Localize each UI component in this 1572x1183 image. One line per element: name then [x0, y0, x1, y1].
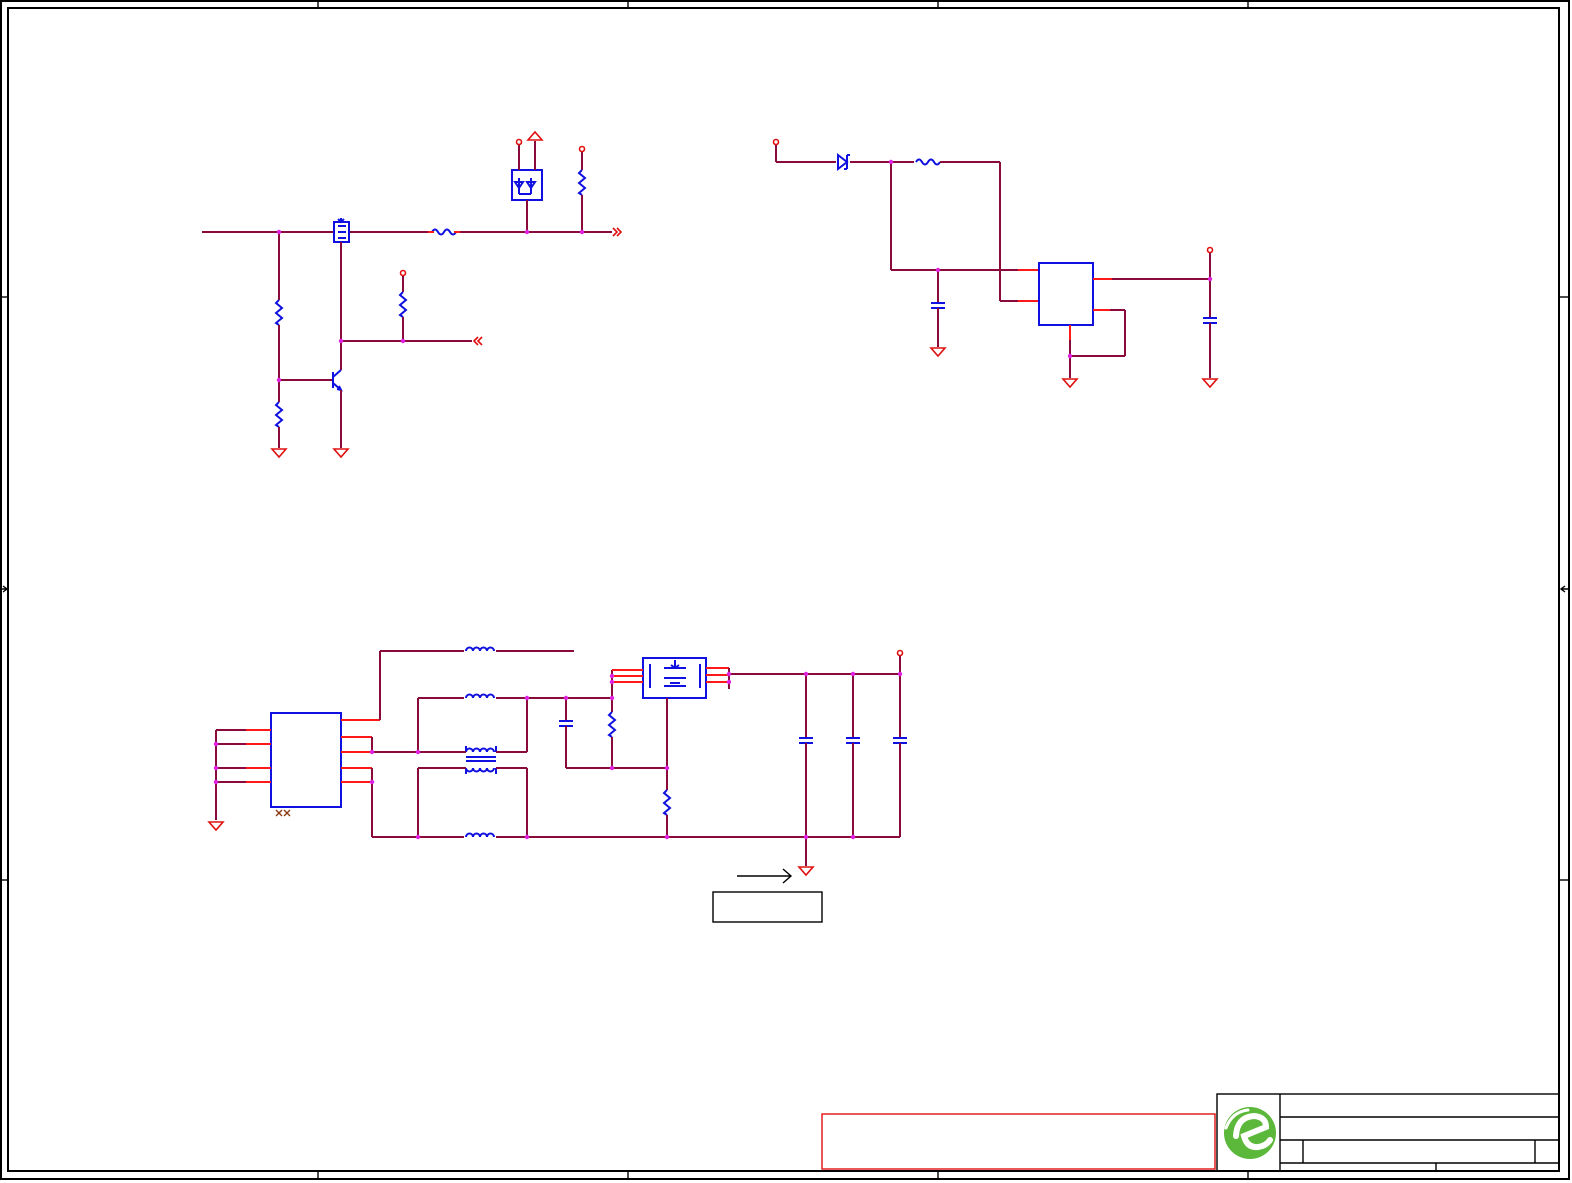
power-pin-icon	[578, 145, 586, 153]
ferrite-bead-icon	[431, 228, 457, 236]
resistor-icon	[607, 711, 617, 738]
resistor-icon	[398, 291, 408, 318]
ground-icon	[207, 821, 225, 832]
capacitor-icon	[893, 737, 907, 744]
circuit-linear-regulator	[772, 138, 1219, 389]
common-mode-choke-icon	[465, 746, 497, 774]
capacitor-icon	[846, 737, 860, 744]
annotation	[712, 868, 823, 923]
bjt-icon	[332, 369, 343, 392]
sheet-frame	[0, 0, 1570, 1180]
schottky-diode-icon	[837, 152, 850, 172]
capacitor-icon	[799, 737, 813, 744]
mosfet-icon	[333, 218, 350, 243]
offpage-connector-icon	[612, 227, 623, 237]
power-pin-icon	[896, 649, 904, 657]
offpage-connector-icon	[472, 336, 483, 346]
schematic-sheet	[0, 0, 1570, 1180]
annotation-box	[712, 891, 823, 923]
inductor-icon	[465, 646, 495, 652]
circuit-usb-power-path	[207, 646, 907, 877]
dual-mosfet-icon	[642, 657, 707, 699]
tvs-diode-array-icon	[511, 169, 543, 201]
ground-icon	[270, 448, 288, 459]
ferrite-bead-icon	[915, 158, 941, 166]
connector-ic	[270, 712, 342, 808]
green-e-logo-icon	[1224, 1107, 1276, 1159]
capacitor-icon	[1203, 317, 1217, 324]
ground-icon	[1061, 378, 1079, 389]
resistor-icon	[274, 299, 284, 326]
resistor-icon	[274, 401, 284, 428]
inductor-icon	[465, 693, 495, 699]
regulator-ic	[1038, 262, 1094, 326]
capacitor-icon	[931, 302, 945, 309]
warning-box	[821, 1113, 1216, 1170]
ground-icon	[929, 347, 947, 358]
capacitor-icon	[559, 720, 573, 727]
power-pin-icon	[1206, 246, 1214, 254]
title-block	[821, 1093, 1560, 1172]
resistor-icon	[662, 789, 672, 816]
inductor-icon	[465, 832, 495, 838]
ground-icon	[332, 448, 350, 459]
ground-icon	[797, 866, 815, 877]
no-connect-icon	[275, 809, 291, 817]
power-pin-icon	[399, 269, 407, 277]
power-pin-icon	[772, 138, 780, 146]
power-pin-icon	[515, 138, 523, 146]
ground-icon	[1201, 378, 1219, 389]
power-arrow-icon	[526, 130, 544, 141]
circuit-high-side-switch	[202, 130, 623, 459]
resistor-icon	[577, 169, 587, 196]
